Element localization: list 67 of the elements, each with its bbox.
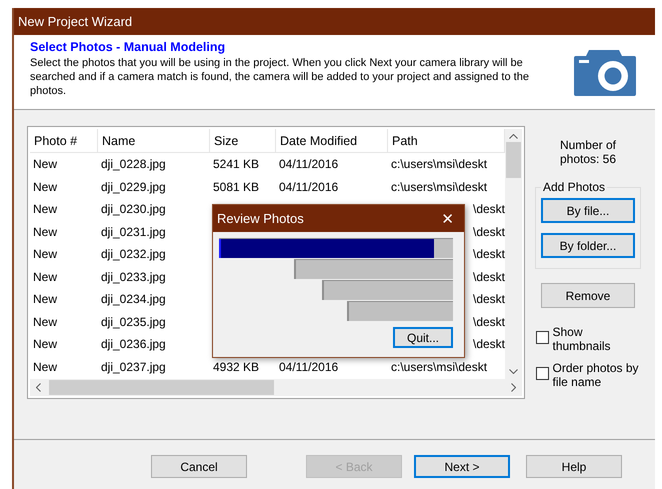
table-cell-text: 5241 KB [212, 156, 260, 174]
group-label: Add Photos [542, 180, 606, 194]
by-file-button[interactable]: By file... [541, 198, 635, 223]
table-cell-text: New [32, 246, 58, 264]
chevron-left-icon[interactable] [36, 383, 41, 392]
checkbox[interactable] [536, 367, 548, 380]
table-cell: \deskt [472, 314, 505, 329]
close-button[interactable]: ✕ [441, 210, 454, 228]
table-cell-text: dji_0229.jpg [100, 178, 167, 196]
page-heading: Select Photos - Manual Modeling [30, 40, 226, 54]
table-cell-text: New [32, 156, 58, 174]
table-cell-text: New [32, 201, 58, 218]
column-header[interactable]: Date Modified [276, 129, 388, 152]
table-cell: \deskt [472, 292, 505, 306]
checkbox-label[interactable]: Order photos by file name [552, 361, 640, 389]
checkbox-label[interactable]: Show thumbnails [552, 325, 640, 353]
table-cell-text: 04/11/2016 [278, 156, 340, 174]
chevron-right-icon[interactable] [511, 383, 516, 392]
table-cell-text: dji_0237.jpg [100, 358, 167, 376]
scrollbar-thumb[interactable] [506, 142, 521, 178]
scrollbar-thumb[interactable] [49, 380, 274, 395]
vertical-scrollbar[interactable] [505, 129, 522, 379]
table-cell-text: dji_0234.jpg [100, 291, 167, 308]
horizontal-scrollbar[interactable] [30, 379, 522, 396]
column-header[interactable]: Name [98, 129, 210, 152]
quit-button[interactable]: Quit... [393, 327, 453, 348]
chevron-up-icon[interactable] [509, 134, 518, 139]
table-cell-text: 04/11/2016 [278, 178, 340, 196]
table-cell-text: New [32, 178, 58, 196]
wizard-button[interactable]: Cancel [151, 455, 247, 478]
table-cell-text: New [32, 358, 58, 376]
column-header[interactable]: Size [210, 129, 276, 152]
dialog-title: Review Photos [217, 211, 304, 226]
table-cell-text: New [32, 314, 58, 331]
table-cell: c:\users\msi\deskt [391, 157, 488, 172]
table-cell-text: dji_0228.jpg [100, 156, 167, 174]
table-cell: \deskt [472, 270, 505, 284]
table-cell: c:\users\msi\deskt [391, 360, 488, 374]
table-cell-text: dji_0235.jpg [100, 314, 167, 331]
wizard-button[interactable]: Next > [414, 455, 510, 478]
table-cell-text: New [32, 336, 58, 354]
table-cell-text: New [32, 291, 58, 308]
table-cell-text: New [32, 268, 58, 286]
table-cell: \deskt [472, 337, 505, 352]
table-cell-text: 4932 KB [212, 358, 260, 376]
table-cell-text: dji_0233.jpg [100, 268, 167, 286]
by-folder-button[interactable]: By folder... [541, 233, 635, 258]
table-cell-text: 04/11/2016 [278, 358, 340, 376]
wizard-button[interactable]: Help [526, 455, 622, 478]
chevron-down-icon[interactable] [509, 369, 518, 374]
table-cell: c:\users\msi\deskt [391, 180, 488, 194]
table-cell: \deskt [472, 202, 505, 216]
table-cell-text: New [32, 224, 58, 241]
table-cell-text: dji_0236.jpg [100, 336, 167, 354]
table-cell-text: dji_0232.jpg [100, 246, 167, 264]
checkbox[interactable] [536, 331, 548, 344]
table-cell-text: 5081 KB [212, 178, 260, 196]
table-cell: \deskt [472, 224, 505, 239]
table-cell: \deskt [472, 247, 505, 262]
photo-count: Number of photos: 56 [560, 138, 616, 166]
table-cell-text: dji_0230.jpg [100, 201, 167, 218]
description-text: Select the photos that you will be using in the project. When you click Next your camera library will be searched and if a camera match is found, the camera will be added to your project and assigned to the photos. [30, 56, 530, 98]
camera-icon [573, 48, 637, 96]
column-header[interactable]: Photo # [30, 129, 98, 152]
table-cell-text: dji_0231.jpg [100, 224, 167, 241]
remove-button[interactable]: Remove [541, 283, 635, 308]
window-title: New Project Wizard [14, 8, 655, 35]
